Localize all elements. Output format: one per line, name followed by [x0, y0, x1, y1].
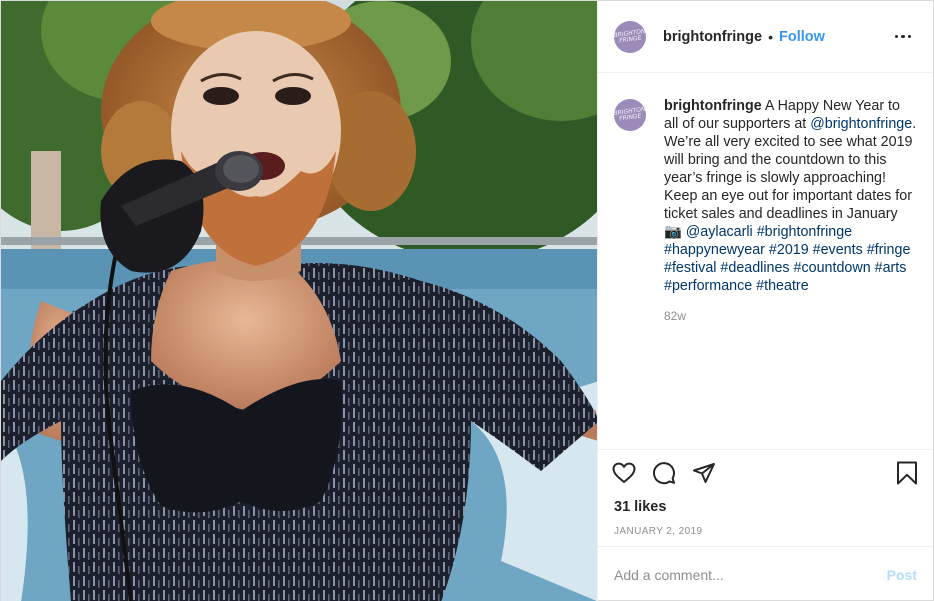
post-photo-illustration [1, 1, 597, 601]
caption-username[interactable]: brightonfringe [664, 98, 762, 114]
header-username[interactable]: brightonfringe [663, 29, 762, 45]
more-horizontal-icon[interactable] [889, 25, 917, 49]
bookmark-icon[interactable] [895, 461, 919, 485]
caption-time-ago[interactable]: 82w [664, 309, 917, 323]
camera-emoji-icon: 📷 [664, 224, 682, 240]
caption-text: brightonfringe A Happy New Year to all o… [664, 97, 917, 295]
caption-avatar[interactable]: BRIGHTON FRINGE [614, 99, 646, 131]
post-header: BRIGHTON FRINGE brightonfringe • Follow [598, 1, 933, 73]
comment-icon[interactable] [652, 461, 676, 485]
more-dot [901, 34, 905, 39]
more-dot [907, 34, 912, 39]
instagram-post: BRIGHTON FRINGE brightonfringe • Follow … [0, 0, 934, 601]
header-separator: • [768, 28, 773, 45]
avatar-logo-text: BRIGHTON FRINGE [614, 105, 646, 123]
more-dot [894, 34, 899, 39]
action-bar [598, 449, 933, 496]
avatar-logo-text: BRIGHTON FRINGE [614, 27, 646, 44]
post-date[interactable]: JANUARY 2, 2019 [598, 518, 933, 546]
heart-icon[interactable] [612, 461, 636, 485]
share-icon[interactable] [692, 461, 716, 485]
comments-section: BRIGHTON FRINGE brightonfringe A Happy N… [598, 73, 933, 449]
caption-block: brightonfringe A Happy New Year to all o… [664, 97, 917, 449]
avatar[interactable]: BRIGHTON FRINGE [614, 20, 646, 53]
comment-input[interactable] [614, 566, 887, 583]
follow-button[interactable]: Follow [779, 29, 825, 45]
share-icon-svg [693, 463, 715, 483]
post-details-panel: BRIGHTON FRINGE brightonfringe • Follow … [597, 1, 933, 601]
comment-icon-svg [653, 462, 675, 485]
add-comment-bar: Post [598, 546, 933, 601]
post-photo[interactable] [1, 1, 597, 601]
caption-mention-link[interactable]: @brightonfringe [810, 116, 912, 132]
heart-icon-svg [612, 462, 636, 483]
caption-credit-link[interactable]: @aylacarli [682, 224, 753, 240]
post-comment-button[interactable]: Post [887, 567, 917, 583]
bookmark-icon-svg [897, 461, 917, 485]
likes-count[interactable]: 31 likes [598, 496, 933, 518]
